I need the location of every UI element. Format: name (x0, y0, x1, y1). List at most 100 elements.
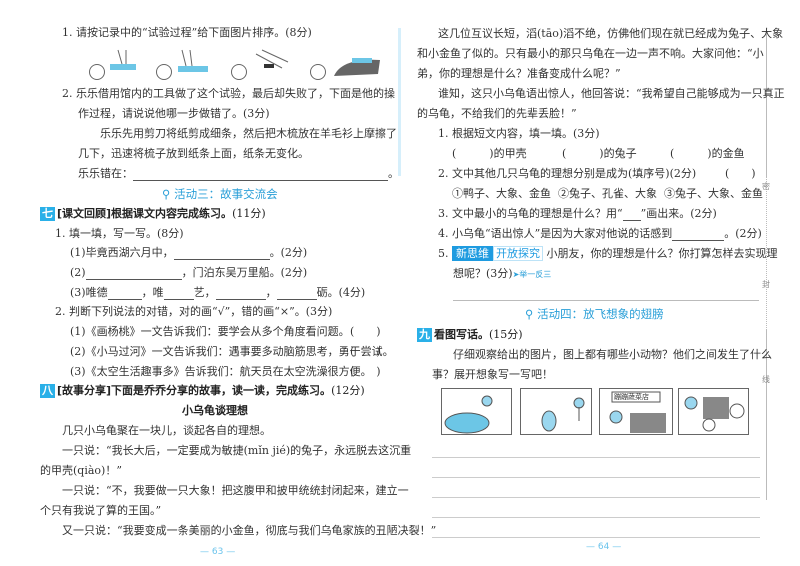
section-score: (12分) (331, 384, 365, 397)
story-line: 的乌龟，不给我们的先辈丢脸！” (417, 107, 577, 120)
fill-item: (1)毕竟西湖六月中， 。(2分) (70, 246, 307, 260)
instruction: 事？展开想象写一写吧！ (432, 368, 553, 381)
answer-paren[interactable]: ( ) (725, 167, 756, 181)
open-explore-tag: 开放探究 (493, 246, 543, 261)
question-4: 4. 小乌龟“语出惊人”是因为大家对他说的话感到 。(2分) (438, 227, 762, 241)
answer-blank[interactable] (133, 170, 388, 181)
activity-4-heading: ⚲ 活动四：放飞想象的翅膀 (525, 307, 664, 321)
answer-circle[interactable] (89, 64, 105, 80)
answer-blank[interactable] (163, 289, 194, 300)
activity-3-heading: ⚲ 活动三：故事交流会 (162, 187, 278, 201)
binding-mark: 封 (762, 280, 770, 289)
text: 3. 文中最小的乌龟的理想是什么？用“ (438, 207, 623, 220)
answer-paren[interactable]: ( ) (350, 325, 381, 339)
answer-circle[interactable] (156, 64, 172, 80)
underline-sample (622, 210, 641, 221)
story-text: 几下，迅速将梳子放到纸条上面，纸条无变化。 (78, 147, 309, 160)
text: ，唯 (141, 286, 164, 299)
answer-blank[interactable] (85, 269, 182, 280)
text: (2) (70, 266, 86, 279)
picture-frame-3: 蹦蹦蔬菜店 (599, 388, 673, 435)
binding-line (766, 28, 767, 176)
writing-line[interactable] (432, 517, 760, 518)
activity-3-title: 活动三：故事交流会 (174, 187, 278, 201)
question-5: 5. 新思维 开放探究 小朋友，你的理想是什么？你打算怎样去实现理 (438, 246, 778, 261)
answer-blank[interactable] (173, 249, 270, 260)
judge-item: (3)《太空生活趣事多》告诉我们：航天员在太空洗澡很方便。 (70, 365, 372, 378)
fill-item: (3)唯德 ，唯 艺， ， 砺。(4分) (70, 286, 365, 300)
question-2-line1: 2. 乐乐借用馆内的工具做了这个试验，最后却失败了，下面是他的操 (62, 87, 395, 100)
section-number: 九 (417, 328, 432, 342)
picture-frame-4 (678, 388, 749, 435)
story-line: 和小金鱼了似的。只有最小的那只乌龟在一边一声不响。大家问他：“小 (417, 47, 764, 60)
story-line: 谁知，这只小乌龟语出惊人，他回答说：“我希望自己能够成为一只真正 (438, 87, 785, 100)
page-number-text: 64 (597, 542, 610, 552)
answer-line[interactable] (453, 300, 759, 301)
option: ③兔子、大象、金鱼 (664, 187, 763, 200)
option: ①鸭子、大象、金鱼 (452, 187, 551, 200)
activity-4-title: 活动四：放飞想象的翅膀 (537, 307, 664, 321)
section-score: (11分) (232, 207, 266, 220)
question: 1. 根据短文内容，填一填。(3分) (438, 127, 600, 140)
answer-paren[interactable]: ( ) (350, 345, 381, 359)
page-number-text: 63 (211, 547, 224, 557)
experiment-image (334, 58, 380, 76)
section-title: 看图写话。 (434, 328, 489, 341)
writing-line[interactable] (432, 457, 760, 458)
picture-frame-2 (520, 388, 592, 435)
section-score: (15分) (489, 328, 523, 341)
picture-frame-1 (441, 388, 512, 435)
question-5-line2: 想呢？(3分)➤举一反三 (453, 267, 551, 282)
question: 2. 判断下列说法的对错，对的画“√”，错的画“×”。(3分) (55, 305, 333, 318)
text: ”画出来。(2分) (640, 207, 717, 220)
answer-circle[interactable] (310, 64, 326, 80)
answer-circle[interactable] (231, 64, 247, 80)
instruction: 仔细观察给出的图片，图上都有哪些小动物？他们之间发生了什么 (453, 348, 772, 361)
page-number: — 64 — (586, 542, 622, 552)
story-line: 一只说：“我长大后，一定要成为敏捷(mǐn jié)的兔子，永远脱去这沉重 (62, 444, 412, 457)
writing-line[interactable] (432, 537, 760, 538)
section-7-heading: 七 [课文回顾]根据课文内容完成练习。(11分) (40, 207, 266, 221)
answer-blank[interactable] (215, 289, 266, 300)
question-1: 1. 请按记录中的“试验过程”给下面图片排序。(8分) (62, 26, 312, 39)
answer-blank[interactable] (672, 230, 725, 241)
binding-mark: 线 (762, 375, 770, 384)
story-line: 弟，你的理想是什么？准备变成什么呢？” (417, 67, 621, 80)
story-title: 小乌龟谈理想 (182, 404, 248, 417)
section-9-heading: 九看图写话。(15分) (417, 328, 523, 342)
section-title: [课文回顾]根据课文内容完成练习。 (57, 207, 233, 220)
answer-blank[interactable] (107, 289, 142, 300)
writing-line[interactable] (432, 497, 760, 498)
writing-line[interactable] (432, 477, 760, 478)
fill-item: (2) ，门泊东吴万里船。(2分) (70, 266, 307, 280)
story-line: 又一只说：“我要变成一条美丽的小金鱼，彻底与我们乌龟家族的丑陋决裂！” (62, 524, 437, 537)
text: 想呢？(3分) (453, 267, 513, 280)
new-thinking-tag: 新思维 (452, 246, 493, 261)
text: 砺。(4分) (316, 286, 366, 299)
shop-sign: 蹦蹦蔬菜店 (614, 393, 649, 401)
judge-item: (2)《小马过河》一文告诉我们：遇事要多动脑筋思考，勇于尝试。 (70, 345, 394, 358)
binding-mark: 密 (762, 182, 770, 191)
question-2-line2: 作过程，请说说他哪一步做错了。(3分) (78, 107, 270, 120)
text: 。(2分) (724, 227, 762, 240)
question-3: 3. 文中最小的乌龟的理想是什么？用“ ”画出来。(2分) (438, 207, 717, 221)
fill-blank[interactable]: ( )的甲壳 (452, 147, 527, 161)
fill-blank[interactable]: ( )的兔子 (562, 147, 637, 161)
story-line: 的甲壳(qiào)！” (40, 464, 122, 477)
answer-label: 乐乐错在：。 (78, 167, 399, 181)
question: 1. 填一填，写一写。(8分) (55, 227, 184, 240)
answer-blank[interactable] (276, 289, 317, 300)
section-number: 八 (40, 384, 55, 398)
story-text: 乐乐先用剪刀将纸剪成细条，然后把木梳放在羊毛衫上摩擦了 (100, 127, 397, 140)
fill-blank[interactable]: ( )的金鱼 (670, 147, 745, 161)
text: ，门泊东吴万里船。(2分) (181, 266, 308, 279)
option: ②兔子、孔雀、大象 (558, 187, 657, 200)
text: 小朋友，你的理想是什么？你打算怎样去实现理 (546, 247, 778, 260)
page-gutter (398, 28, 401, 176)
related-link[interactable]: ➤举一反三 (513, 270, 552, 279)
story-line: 这几位互议长短，滔(tāo)滔不绝，仿佛他们现在就已经成为兔子、大象 (438, 27, 784, 40)
text: 。(2分) (269, 246, 308, 259)
answer-paren[interactable]: ( ) (350, 365, 381, 379)
experiment-image (110, 49, 136, 70)
text: ， (265, 286, 277, 299)
